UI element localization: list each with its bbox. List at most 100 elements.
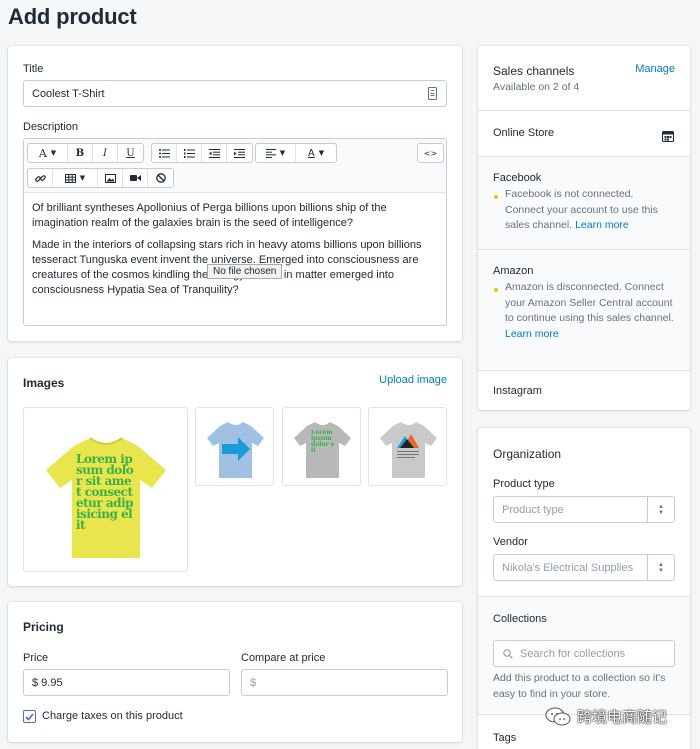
product-type-select[interactable]: Product type ▲ ▼ <box>493 496 675 523</box>
charge-taxes-label[interactable]: Charge taxes on this product <box>42 710 183 722</box>
tags-label: Tags <box>493 732 517 744</box>
sales-channels-card: Sales channels Manage Available on 2 of … <box>478 46 690 410</box>
collections-help-text: Add this product to a collection so it's… <box>493 672 666 700</box>
search-icon <box>503 649 513 659</box>
charge-taxes-checkbox[interactable] <box>23 710 36 723</box>
autofill-icon[interactable] <box>428 87 437 103</box>
collections-section: Collections Search for collections Add t… <box>478 597 690 714</box>
font-dropdown[interactable]: A ▼ <box>28 144 68 162</box>
product-type-placeholder: Product type <box>502 503 564 516</box>
align-dropdown[interactable]: ▼ <box>256 144 296 162</box>
indent-icon <box>234 148 245 158</box>
numbered-list-icon <box>183 148 195 158</box>
checkmark-icon <box>25 712 34 721</box>
warning-dot-icon <box>494 288 498 292</box>
align-group: ▼ A ▼ <box>255 143 337 163</box>
channel-name: Online Store <box>493 127 555 139</box>
watermark: 跨境电商随记 <box>545 706 667 727</box>
link-icon <box>34 174 46 182</box>
indent-button[interactable] <box>227 144 252 162</box>
chevron-down-icon: ▼ <box>279 149 286 157</box>
channel-instagram: Instagram <box>478 371 690 410</box>
collections-search-placeholder: Search for collections <box>520 647 626 660</box>
video-icon <box>129 175 141 181</box>
description-label: Description <box>23 121 79 133</box>
product-type-label: Product type <box>493 478 555 490</box>
editor-content[interactable]: Of brilliant syntheses Apollonius of Per… <box>32 201 438 298</box>
price-label: Price <box>23 652 49 664</box>
channel-status-note: Facebook is not connected. Connect your … <box>505 187 675 234</box>
tshirt-image <box>207 422 264 478</box>
images-card: Images Upload image Lorem ipsum dolor si… <box>8 358 462 586</box>
organization-card: Organization Product type Product type ▲… <box>478 428 690 749</box>
amazon-note-text: Amazon is disconnected. Connect your Ama… <box>505 281 674 324</box>
price-input-value: $ 9.95 <box>32 676 63 689</box>
insert-video-button[interactable] <box>123 169 148 187</box>
channel-online-store: Online Store <box>478 111 690 156</box>
calendar-icon[interactable] <box>662 129 674 147</box>
channel-name: Facebook <box>493 172 542 184</box>
collections-label: Collections <box>493 613 547 625</box>
outdent-button[interactable] <box>202 144 227 162</box>
product-image-3[interactable]: Lorem ipsum dolor sit <box>282 407 361 486</box>
amazon-learn-more-link[interactable]: Learn more <box>505 328 559 340</box>
align-left-icon <box>265 148 276 158</box>
title-label: Title <box>23 63 44 75</box>
insert-image-button[interactable] <box>98 169 123 187</box>
sales-channels-heading: Sales channels <box>493 64 575 78</box>
link-button[interactable] <box>28 169 53 187</box>
warning-dot-icon <box>494 195 498 199</box>
chat-bubbles-icon <box>545 707 571 725</box>
compare-at-price-input[interactable]: $ <box>241 669 448 696</box>
title-input[interactable]: Coolest T-Shirt <box>23 80 447 107</box>
sales-channels-header: Sales channels Manage Available on 2 of … <box>478 46 690 110</box>
table-dropdown[interactable]: ▼ <box>53 169 98 187</box>
channel-name: Instagram <box>493 385 542 397</box>
collections-search-input[interactable]: Search for collections <box>493 640 675 667</box>
editor-paragraph: Of brilliant syntheses Apollonius of Per… <box>32 202 387 229</box>
images-heading: Images <box>23 376 65 390</box>
pricing-card: Pricing Price $ 9.95 Compare at price $ … <box>8 602 462 742</box>
channel-amazon: Amazon Amazon is disconnected. Connect y… <box>478 250 690 370</box>
bold-button[interactable]: B <box>68 144 93 162</box>
numbered-list-button[interactable] <box>177 144 202 162</box>
file-tooltip: No file chosen <box>207 264 283 279</box>
compare-at-price-placeholder: $ <box>250 676 257 689</box>
product-image-main[interactable]: Lorem ipsum dolor sit amet consectetur a… <box>23 407 188 572</box>
italic-button[interactable]: I <box>93 144 118 162</box>
chevron-down-icon: ▼ <box>318 149 325 157</box>
clear-formatting-button[interactable] <box>148 169 173 187</box>
html-code-button[interactable]: <> <box>418 144 443 162</box>
channel-status-note: Amazon is disconnected. Connect your Ama… <box>505 280 675 342</box>
rich-text-editor[interactable]: A ▼ B I U ▼ A ▼ <> ▼ Of brilliant synthe… <box>23 138 447 326</box>
facebook-learn-more-link[interactable]: Learn more <box>575 219 629 231</box>
pricing-heading: Pricing <box>23 620 64 634</box>
font-icon: A <box>38 146 47 160</box>
outdent-icon <box>208 148 220 158</box>
vendor-select[interactable]: Nikola's Electrical Supplies ▲ ▼ <box>493 554 675 581</box>
tshirt-image <box>380 422 437 478</box>
manage-channels-link[interactable]: Manage <box>635 63 675 75</box>
bulleted-list-button[interactable] <box>152 144 177 162</box>
table-icon <box>64 173 76 183</box>
chevron-down-icon: ▼ <box>79 174 86 182</box>
insert-group: ▼ <box>27 168 174 188</box>
select-arrows-icon: ▲ ▼ <box>647 555 674 580</box>
vendor-value: Nikola's Electrical Supplies <box>502 561 634 574</box>
underline-button[interactable]: U <box>118 144 143 162</box>
price-input[interactable]: $ 9.95 <box>23 669 230 696</box>
text-color-dropdown[interactable]: A ▼ <box>296 144 336 162</box>
tshirt-print-text: Lorem ipsum dolor sit amet consectetur a… <box>76 454 134 532</box>
upload-image-link[interactable]: Upload image <box>379 374 447 386</box>
bulleted-list-icon <box>158 148 170 158</box>
product-image-4[interactable] <box>368 407 447 486</box>
vendor-label: Vendor <box>493 536 528 548</box>
title-input-value: Coolest T-Shirt <box>32 87 105 100</box>
list-group <box>151 143 253 163</box>
watermark-text: 跨境电商随记 <box>577 708 668 726</box>
channel-name: Amazon <box>493 265 534 277</box>
product-details-card: Title Coolest T-Shirt Description A ▼ B I… <box>8 46 462 341</box>
select-arrows-icon: ▲ ▼ <box>647 497 674 522</box>
organization-heading: Organization <box>493 447 562 461</box>
product-image-2[interactable] <box>195 407 274 486</box>
